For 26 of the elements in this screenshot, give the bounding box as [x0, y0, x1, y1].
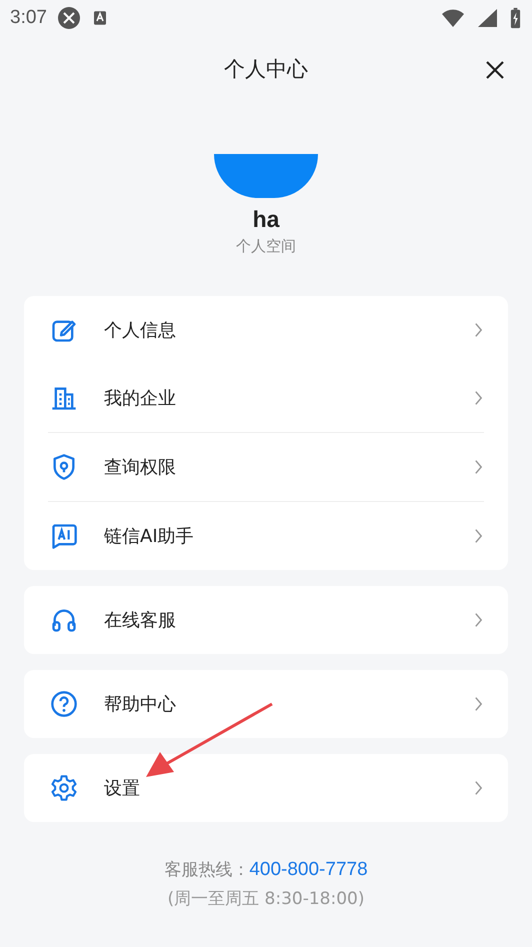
menu-item[interactable]: 帮助中心 — [24, 670, 508, 738]
chevron-right-icon — [473, 458, 484, 476]
chevron-right-icon — [473, 611, 484, 629]
service-hours: (周一至周五 8:30-18:00) — [168, 888, 364, 910]
menu-item[interactable]: 在线客服 — [24, 586, 508, 654]
settings-icon — [50, 774, 78, 802]
user-name: ha — [252, 206, 280, 233]
ai-chat-icon — [50, 522, 78, 550]
menu-item[interactable]: 设置 — [24, 754, 508, 822]
profile-subtitle: 个人空间 — [236, 237, 296, 256]
chevron-right-icon — [473, 779, 484, 797]
menu-item[interactable]: 链信AI助手 — [24, 502, 508, 570]
help-icon — [50, 690, 78, 718]
chevron-right-icon — [473, 527, 484, 545]
chevron-right-icon — [473, 389, 484, 407]
chevron-right-icon — [473, 321, 484, 339]
battery-icon — [509, 7, 522, 29]
chevron-right-icon — [473, 695, 484, 713]
page-title: 个人中心 — [224, 56, 308, 83]
menu-item[interactable]: 查询权限 — [24, 433, 508, 501]
menu-item[interactable]: 个人信息 — [24, 296, 508, 364]
hotline-number[interactable]: 400-800-7778 — [249, 859, 368, 880]
hotline-label: 客服热线： — [164, 860, 250, 880]
menu-item[interactable]: 我的企业 — [24, 364, 508, 432]
status-time: 3:07 — [10, 7, 47, 29]
notification-icon — [56, 6, 81, 30]
